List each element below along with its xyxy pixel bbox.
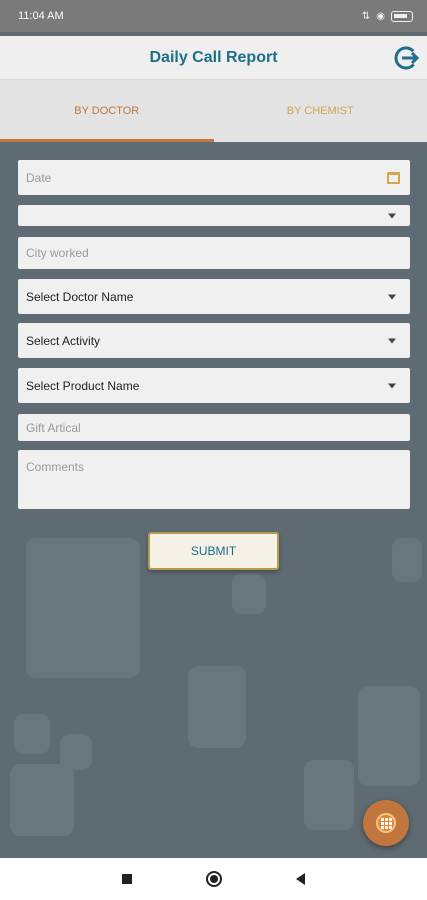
battery-icon — [391, 10, 413, 22]
date-placeholder: Date — [26, 170, 52, 185]
background-shape — [358, 686, 420, 786]
dropdown-select[interactable] — [18, 205, 410, 226]
background-shape — [232, 574, 266, 614]
status-time: 11:04 AM — [18, 10, 64, 22]
tab-by-doctor[interactable]: BY DOCTOR — [0, 80, 214, 142]
logout-button[interactable] — [393, 45, 420, 71]
page-title: Daily Call Report — [149, 48, 278, 66]
activity-select-label: Select Activity — [26, 333, 101, 348]
background-shape — [392, 538, 422, 582]
background-shape — [304, 760, 354, 830]
status-icons: ⇅ ◉ — [361, 10, 413, 22]
tab-bar: BY DOCTOR BY CHEMIST — [0, 80, 427, 142]
app-bar: Daily Call Report — [0, 36, 427, 80]
doctor-name-select[interactable]: Select Doctor Name — [18, 279, 410, 314]
comments-placeholder: Comments — [26, 460, 85, 474]
calendar-icon[interactable] — [387, 171, 400, 184]
background-shape — [10, 764, 74, 836]
recent-apps-icon[interactable] — [122, 874, 132, 884]
chevron-down-icon — [388, 213, 396, 218]
background-shape — [14, 714, 50, 754]
grid-icon — [376, 813, 396, 833]
comments-field[interactable]: Comments — [18, 450, 410, 509]
menu-fab-button[interactable] — [363, 800, 409, 846]
submit-button[interactable]: SUBMIT — [148, 532, 279, 570]
product-name-select[interactable]: Select Product Name — [18, 368, 410, 403]
chevron-down-icon — [388, 294, 396, 299]
system-nav-bar — [0, 858, 427, 900]
doctor-select-label: Select Doctor Name — [26, 289, 134, 304]
chevron-down-icon — [388, 338, 396, 343]
home-icon[interactable] — [206, 871, 222, 887]
wifi-icon: ◉ — [376, 10, 385, 22]
back-icon[interactable] — [296, 873, 305, 885]
gift-placeholder: Gift Artical — [26, 420, 81, 435]
product-select-label: Select Product Name — [26, 378, 140, 393]
city-placeholder: City worked — [26, 246, 89, 260]
data-transfer-icon: ⇅ — [361, 10, 371, 22]
date-field[interactable]: Date — [18, 160, 410, 195]
city-worked-field[interactable]: City worked — [18, 237, 410, 269]
logout-icon — [394, 46, 420, 70]
tab-by-chemist[interactable]: BY CHEMIST — [214, 80, 427, 142]
background-shape — [26, 538, 140, 678]
activity-select[interactable]: Select Activity — [18, 323, 410, 358]
gift-article-field[interactable]: Gift Artical — [18, 414, 410, 441]
status-bar: 11:04 AM ⇅ ◉ — [0, 0, 427, 32]
background-shape — [188, 666, 246, 748]
chevron-down-icon — [388, 383, 396, 388]
